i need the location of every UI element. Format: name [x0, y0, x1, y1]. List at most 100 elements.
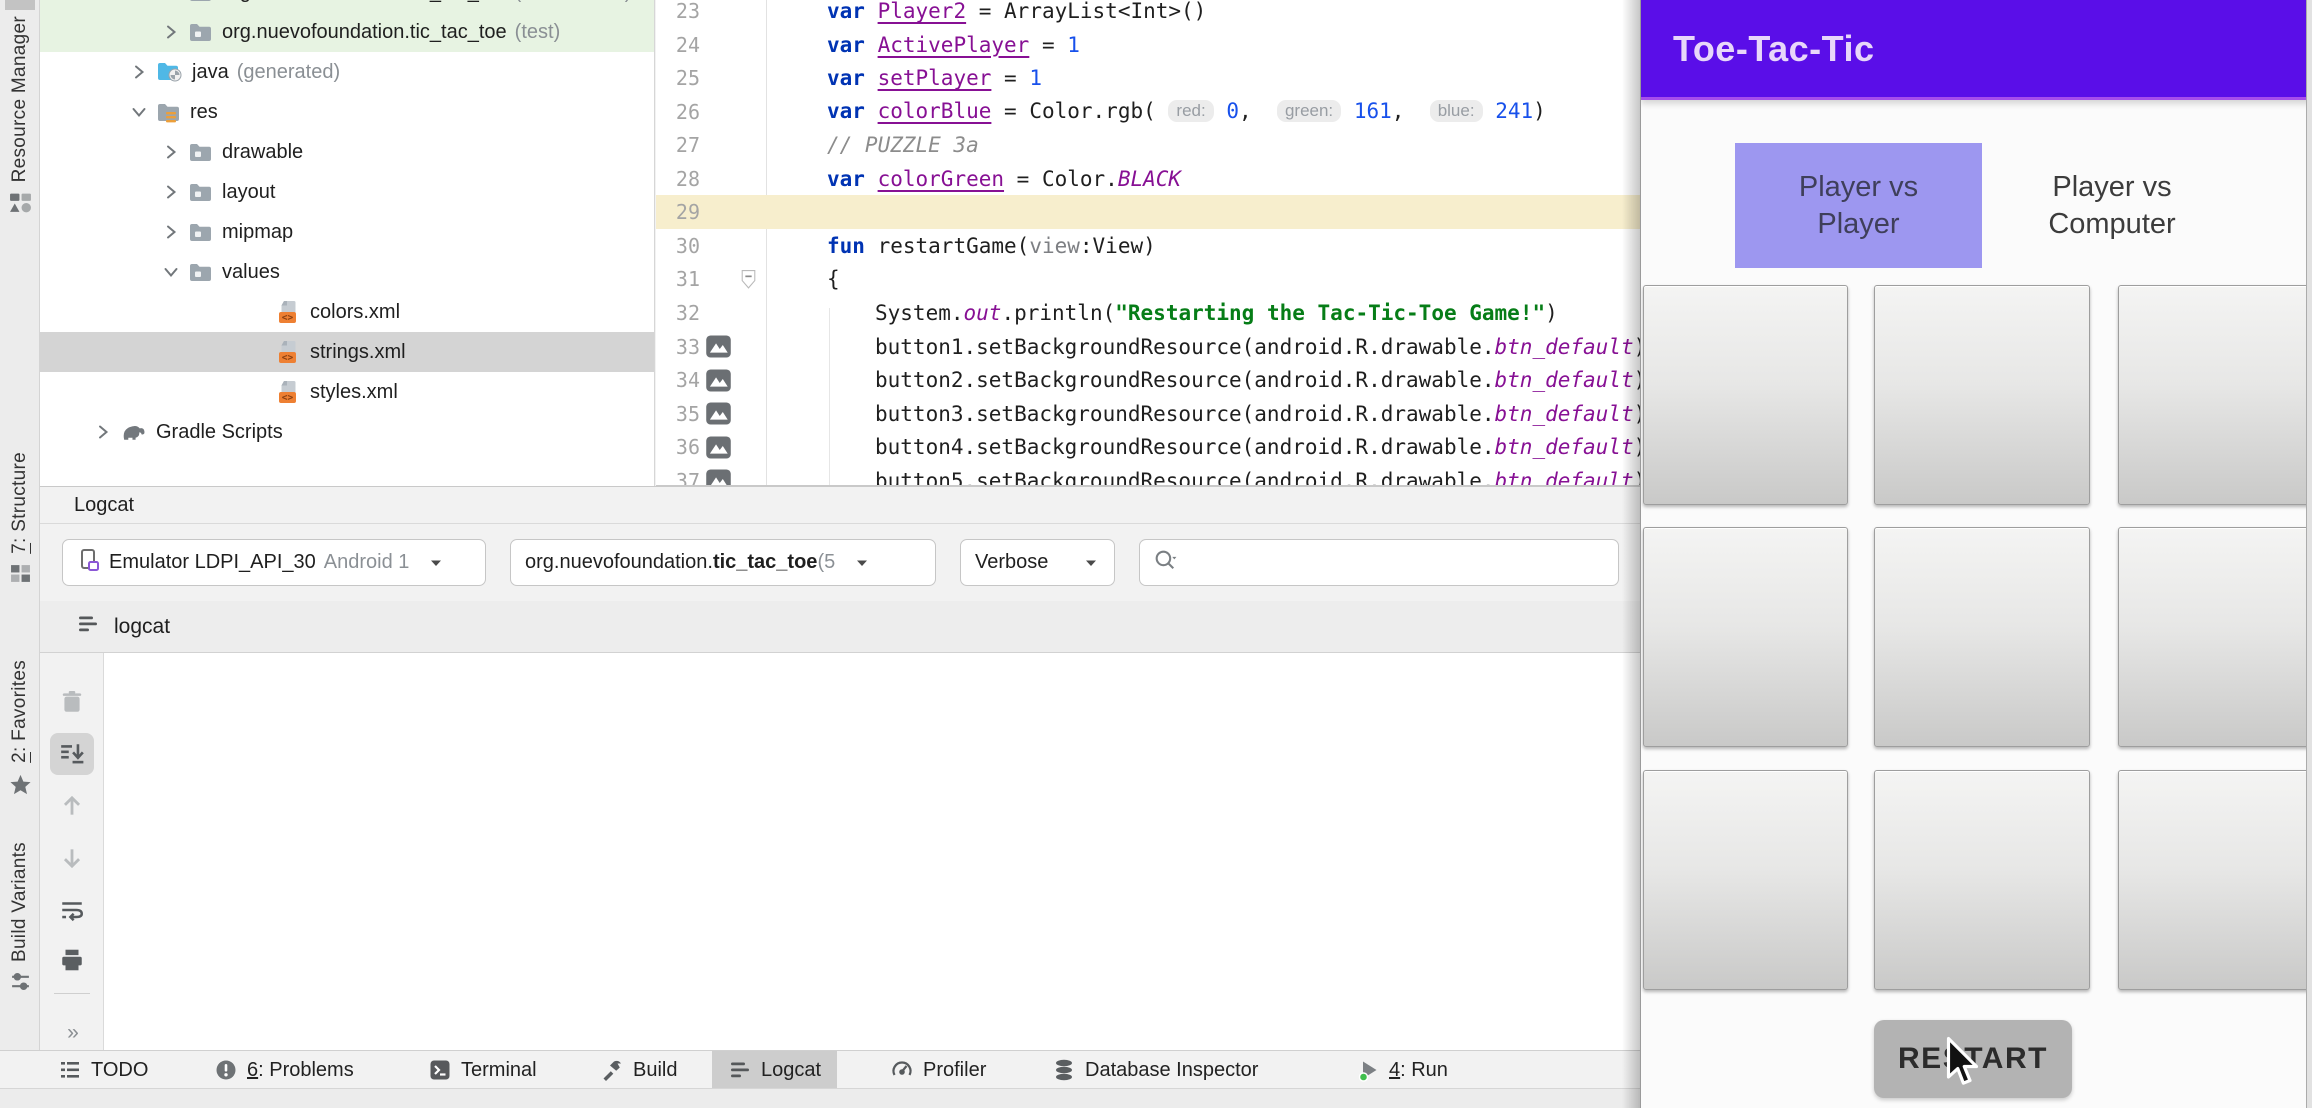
stripe-button-rm[interactable]: Resource Manager: [0, 16, 40, 213]
toolbar-item-6-problems[interactable]: 6: Problems: [198, 1051, 370, 1089]
logcat-tab[interactable]: logcat: [40, 601, 1640, 653]
grid-cell-6[interactable]: [2118, 527, 2312, 747]
tree-row-org-nuevofoundation-tic-tac-toe[interactable]: org.nuevofoundation.tic_tac_toe(androidT…: [40, 0, 654, 12]
tree-row-styles-xml[interactable]: <>styles.xml: [40, 372, 654, 412]
code-line-35: 35button3.setBackgroundResource(android.…: [656, 397, 1640, 431]
toolbar-item-label: Profiler: [923, 1059, 986, 1082]
up-icon[interactable]: [50, 785, 94, 827]
hammer-icon: [600, 1058, 624, 1082]
code-editor[interactable]: 23var Player2 = ArrayList<Int>()24var Ac…: [656, 0, 1640, 486]
toolbar-item-terminal[interactable]: Terminal: [412, 1051, 553, 1089]
tree-item-label: org.nuevofoundation.tic_tac_toe: [222, 21, 507, 44]
tool-window-stripe: Resource Manager 7: Structure 2: Favorites…: [0, 0, 40, 1050]
toolbar-item-build[interactable]: Build: [584, 1051, 693, 1089]
stripe-label: 2: Favorites: [9, 660, 31, 763]
line-number: 34: [656, 368, 700, 392]
grid-cell-9[interactable]: [2118, 770, 2312, 990]
tree-row-gradle-scripts[interactable]: Gradle Scripts: [40, 412, 654, 452]
chevron-right-icon[interactable]: [158, 0, 184, 2]
toolbar-item-label: Database Inspector: [1085, 1059, 1258, 1082]
stripe-drag-handle: [5, 0, 35, 10]
grid-cell-5[interactable]: [1874, 527, 2090, 747]
drawable-gutter-icon[interactable]: [700, 468, 736, 486]
xml-icon: <>: [276, 379, 301, 405]
chevron-right-icon[interactable]: [158, 142, 184, 162]
code-line-37: 37button5.setBackgroundResource(android.…: [656, 464, 1640, 486]
gradle-icon: [120, 422, 147, 443]
drawable-gutter-icon[interactable]: [700, 435, 736, 460]
line-number: 25: [656, 66, 700, 90]
app-bar: Toe-Tac-Tic: [1641, 0, 2312, 100]
fold-marker-icon[interactable]: [736, 269, 767, 290]
grid-cell-7[interactable]: [1643, 770, 1848, 990]
code-line-26: 26var colorBlue = Color.rgb( red: 0, gre…: [656, 95, 1640, 129]
tree-row-org-nuevofoundation-tic-tac-toe[interactable]: org.nuevofoundation.tic_tac_toe(test): [40, 12, 654, 52]
soft-wrap-icon[interactable]: [50, 889, 94, 931]
more-icon[interactable]: »: [40, 1021, 104, 1045]
tab-player-vs-computer[interactable]: Player vsComputer: [1982, 143, 2242, 268]
xml-icon: <>: [276, 339, 301, 365]
tree-item-label: Gradle Scripts: [156, 421, 283, 444]
down-icon[interactable]: [50, 837, 94, 879]
drawable-gutter-icon[interactable]: [700, 368, 736, 393]
device-dropdown[interactable]: Emulator LDPI_API_30 Android 1: [62, 539, 486, 586]
tree-row-strings-xml[interactable]: <>strings.xml: [40, 332, 654, 372]
toolbar-item-profiler[interactable]: Profiler: [874, 1051, 1002, 1089]
grid-cell-8[interactable]: [1874, 770, 2090, 990]
drawable-gutter-icon[interactable]: [700, 401, 736, 426]
print-icon[interactable]: [50, 939, 94, 981]
stripe-button-bv[interactable]: Build Variants: [0, 842, 40, 991]
chevron-down-icon[interactable]: [126, 102, 152, 122]
tab-player-vs-player[interactable]: Player vsPlayer: [1735, 143, 1982, 268]
tree-row-values[interactable]: values: [40, 252, 654, 292]
grid-cell-2[interactable]: [1874, 285, 2090, 505]
logcat-search-box[interactable]: [1139, 539, 1619, 586]
chevron-right-icon[interactable]: [158, 182, 184, 202]
chevron-right-icon[interactable]: [126, 62, 152, 82]
tree-row-res[interactable]: res: [40, 92, 654, 132]
grid-cell-1[interactable]: [1643, 285, 1848, 505]
chevron-right-icon[interactable]: [90, 422, 116, 442]
chevron-down-icon[interactable]: [158, 262, 184, 282]
tree-item-label: java: [192, 61, 229, 84]
code-text: // PUZZLE 3a: [767, 133, 1640, 157]
clear-icon[interactable]: [50, 681, 94, 723]
terminal-icon: [428, 1058, 452, 1082]
drawable-gutter-icon[interactable]: [700, 334, 736, 359]
stripe-button-structure[interactable]: 7: Structure: [0, 452, 40, 583]
search-input[interactable]: [1185, 550, 1606, 575]
toolbar-item-label: Logcat: [761, 1059, 821, 1082]
tree-row-colors-xml[interactable]: <>colors.xml: [40, 292, 654, 332]
toolbar-item-logcat[interactable]: Logcat: [712, 1051, 837, 1089]
stripe-button-star[interactable]: 2: Favorites: [0, 660, 40, 796]
logcat-tab-label: logcat: [114, 615, 170, 639]
chevron-down-icon: [1082, 554, 1100, 572]
tool-window-bar: TODO 6: Problems Terminal Build Logcat Profil…: [0, 1050, 1640, 1088]
code-text: button1.setBackgroundResource(android.R.…: [767, 335, 1640, 359]
res-icon: [156, 102, 181, 123]
tree-row-mipmap[interactable]: mipmap: [40, 212, 654, 252]
toolbar-item-database-inspector[interactable]: Database Inspector: [1036, 1051, 1274, 1089]
project-tree[interactable]: org.nuevofoundation.tic_tac_toe(androidT…: [40, 0, 655, 486]
run-icon: [1356, 1058, 1380, 1082]
logcat-console[interactable]: [104, 653, 1640, 1050]
app-process-dropdown[interactable]: org.nuevofoundation.tic_tac_toe (5: [510, 539, 936, 586]
code-text: button2.setBackgroundResource(android.R.…: [767, 368, 1640, 392]
logcat-toolbar: Emulator LDPI_API_30 Android 1 org.nuevo…: [40, 524, 1640, 601]
scroll-to-end-icon[interactable]: [50, 733, 94, 775]
folder-icon: [188, 142, 213, 163]
device-name: Emulator LDPI_API_30: [109, 551, 316, 574]
chevron-right-icon[interactable]: [158, 222, 184, 242]
tree-row-java[interactable]: java(generated): [40, 52, 654, 92]
code-text: button3.setBackgroundResource(android.R.…: [767, 402, 1640, 426]
toolbar-item-todo[interactable]: TODO: [42, 1051, 164, 1089]
grid-cell-4[interactable]: [1643, 527, 1848, 747]
code-line-30: 30fun restartGame(view:View): [656, 229, 1640, 263]
log-level-dropdown[interactable]: Verbose: [960, 539, 1115, 586]
tree-row-layout[interactable]: layout: [40, 172, 654, 212]
chevron-right-icon[interactable]: [158, 22, 184, 42]
tree-row-drawable[interactable]: drawable: [40, 132, 654, 172]
xml-icon: <>: [276, 299, 301, 325]
grid-cell-3[interactable]: [2118, 285, 2312, 505]
toolbar-item-4-run[interactable]: 4: Run: [1340, 1051, 1464, 1089]
